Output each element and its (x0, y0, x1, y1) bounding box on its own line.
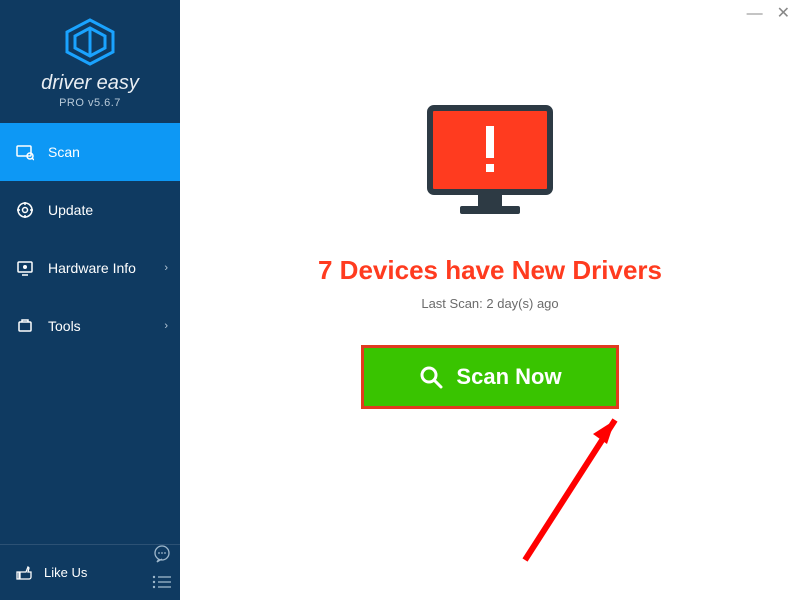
chevron-right-icon: › (164, 262, 168, 274)
like-us-link[interactable]: Like Us (44, 565, 87, 580)
logo-icon (63, 18, 117, 66)
annotation-arrow (505, 400, 665, 570)
sidebar-item-update[interactable]: Update (0, 181, 180, 239)
last-scan-label: Last Scan: 2 day(s) ago (180, 296, 800, 311)
scan-icon (14, 143, 36, 161)
main-panel: — ✕ 7 Devices have New Drivers Last Scan… (180, 0, 800, 600)
sidebar-item-scan[interactable]: Scan (0, 123, 180, 181)
tools-icon (14, 317, 36, 335)
close-button[interactable]: ✕ (777, 6, 790, 22)
minimize-button[interactable]: — (747, 6, 763, 22)
sidebar-item-label: Hardware Info (48, 260, 136, 276)
sidebar-item-label: Scan (48, 144, 80, 160)
status-headline: 7 Devices have New Drivers (180, 255, 800, 286)
thumbs-up-icon (12, 564, 34, 582)
version-label: PRO v5.6.7 (0, 97, 180, 109)
menu-icon[interactable] (152, 575, 172, 594)
window-controls: — ✕ (747, 6, 790, 22)
sidebar-nav: Scan Update Hardware Info › Tools (0, 123, 180, 544)
feedback-icon[interactable] (152, 544, 172, 569)
alert-monitor-icon (420, 100, 560, 235)
app-window: driver easy PRO v5.6.7 Scan Update Ha (0, 0, 800, 600)
hardware-icon (14, 259, 36, 277)
chevron-right-icon: › (164, 320, 168, 332)
scan-button-label: Scan Now (456, 364, 561, 390)
sidebar-item-label: Update (48, 202, 93, 218)
sidebar: driver easy PRO v5.6.7 Scan Update Ha (0, 0, 180, 600)
sidebar-footer: Like Us (0, 544, 180, 600)
sidebar-item-tools[interactable]: Tools › (0, 297, 180, 355)
logo-area: driver easy PRO v5.6.7 (0, 0, 180, 123)
scan-status-area: 7 Devices have New Drivers Last Scan: 2 … (180, 100, 800, 409)
logo-text: driver easy (0, 72, 180, 95)
search-icon (418, 364, 444, 390)
sidebar-item-label: Tools (48, 318, 81, 334)
update-icon (14, 201, 36, 219)
sidebar-item-hardware-info[interactable]: Hardware Info › (0, 239, 180, 297)
